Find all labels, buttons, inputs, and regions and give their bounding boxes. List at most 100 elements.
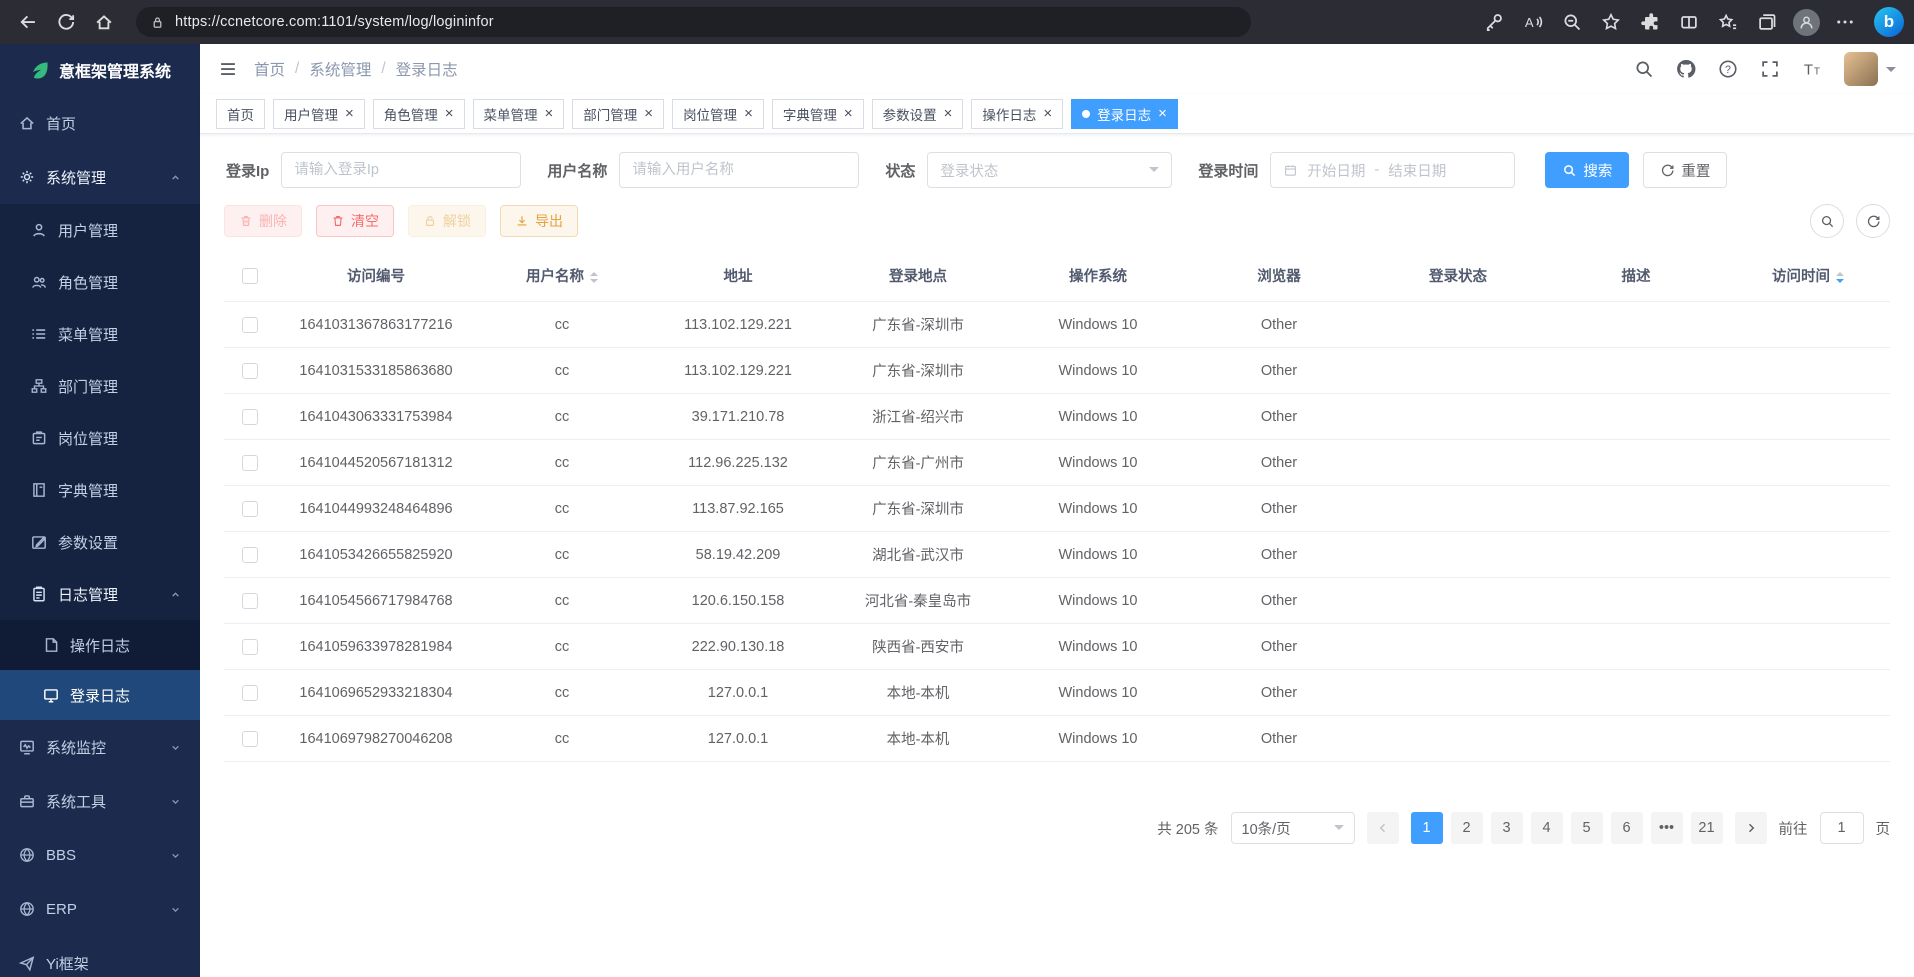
- close-icon[interactable]: ×: [545, 106, 554, 121]
- bing-chat-icon[interactable]: b: [1874, 7, 1904, 37]
- key-icon[interactable]: [1476, 4, 1512, 40]
- tab[interactable]: 部门管理 ×: [572, 99, 664, 129]
- search-icon[interactable]: [1634, 59, 1654, 79]
- github-icon[interactable]: [1676, 59, 1696, 79]
- sidebar-item-roles[interactable]: 角色管理: [0, 256, 200, 308]
- select-all-checkbox[interactable]: [242, 268, 258, 284]
- browser-home-button[interactable]: [86, 4, 122, 40]
- status-select[interactable]: 登录状态: [927, 152, 1172, 188]
- close-icon[interactable]: ×: [345, 106, 354, 121]
- next-page-button[interactable]: [1735, 812, 1767, 844]
- export-button[interactable]: 导出: [500, 205, 578, 237]
- row-checkbox[interactable]: [242, 409, 258, 425]
- sidebar-item-operation-log[interactable]: 操作日志: [0, 620, 200, 670]
- close-icon[interactable]: ×: [744, 106, 753, 121]
- table-row[interactable]: 1641069652933218304 cc 127.0.0.1 本地-本机 W…: [224, 670, 1890, 716]
- sidebar-item-posts[interactable]: 岗位管理: [0, 412, 200, 464]
- tab[interactable]: 角色管理 ×: [373, 99, 465, 129]
- page-number-button[interactable]: 2: [1451, 812, 1483, 844]
- clear-button[interactable]: 清空: [316, 205, 394, 237]
- page-size-select[interactable]: 10条/页: [1231, 812, 1355, 844]
- read-aloud-icon[interactable]: A: [1515, 4, 1551, 40]
- tab[interactable]: 操作日志 ×: [971, 99, 1063, 129]
- row-checkbox[interactable]: [242, 731, 258, 747]
- sidebar-item-departments[interactable]: 部门管理: [0, 360, 200, 412]
- table-row[interactable]: 1641054566717984768 cc 120.6.150.158 河北省…: [224, 578, 1890, 624]
- tab[interactable]: 岗位管理 ×: [672, 99, 764, 129]
- refresh-table-button[interactable]: [1856, 204, 1890, 238]
- sidebar-item-monitoring[interactable]: 系统监控: [0, 720, 200, 774]
- row-checkbox[interactable]: [242, 639, 258, 655]
- table-row[interactable]: 1641031367863177216 cc 113.102.129.221 广…: [224, 302, 1890, 348]
- column-visit-time[interactable]: 访问时间: [1726, 250, 1890, 302]
- table-row[interactable]: 1641069798270046208 cc 127.0.0.1 本地-本机 W…: [224, 716, 1890, 762]
- close-icon[interactable]: ×: [844, 106, 853, 121]
- fullscreen-icon[interactable]: [1760, 59, 1780, 79]
- zoom-out-icon[interactable]: [1554, 4, 1590, 40]
- sort-icon[interactable]: [1836, 272, 1844, 283]
- toggle-search-button[interactable]: [1810, 204, 1844, 238]
- table-row[interactable]: 1641044520567181312 cc 112.96.225.132 广东…: [224, 440, 1890, 486]
- sidebar-item-yi-framework[interactable]: Yi框架: [0, 936, 200, 977]
- close-icon[interactable]: ×: [1043, 106, 1052, 121]
- delete-button[interactable]: 删除: [224, 205, 302, 237]
- row-checkbox[interactable]: [242, 501, 258, 517]
- breadcrumb-home[interactable]: 首页: [254, 58, 285, 80]
- page-number-button[interactable]: 3: [1491, 812, 1523, 844]
- prev-page-button[interactable]: [1367, 812, 1399, 844]
- browser-back-button[interactable]: [10, 4, 46, 40]
- page-number-button[interactable]: 21: [1691, 812, 1723, 844]
- row-checkbox[interactable]: [242, 317, 258, 333]
- font-size-icon[interactable]: TT: [1802, 59, 1822, 79]
- username-input[interactable]: [619, 152, 859, 188]
- sidebar-item-tools[interactable]: 系统工具: [0, 774, 200, 828]
- row-checkbox[interactable]: [242, 455, 258, 471]
- row-checkbox[interactable]: [242, 547, 258, 563]
- row-checkbox[interactable]: [242, 685, 258, 701]
- sidebar-item-log-management[interactable]: 日志管理: [0, 568, 200, 620]
- sidebar-item-system[interactable]: 系统管理: [0, 150, 200, 204]
- sidebar-toggle-icon[interactable]: [218, 59, 238, 79]
- sidebar-item-users[interactable]: 用户管理: [0, 204, 200, 256]
- help-icon[interactable]: ?: [1718, 59, 1738, 79]
- browser-menu-icon[interactable]: [1827, 4, 1863, 40]
- page-number-button[interactable]: 6: [1611, 812, 1643, 844]
- split-screen-icon[interactable]: [1671, 4, 1707, 40]
- table-row[interactable]: 1641059633978281984 cc 222.90.130.18 陕西省…: [224, 624, 1890, 670]
- sidebar-item-home[interactable]: 首页: [0, 96, 200, 150]
- sidebar-item-bbs[interactable]: BBS: [0, 828, 200, 882]
- tab[interactable]: 菜单管理 ×: [473, 99, 565, 129]
- sidebar-item-menus[interactable]: 菜单管理: [0, 308, 200, 360]
- table-row[interactable]: 1641043063331753984 cc 39.171.210.78 浙江省…: [224, 394, 1890, 440]
- collections-icon[interactable]: [1749, 4, 1785, 40]
- page-number-button[interactable]: •••: [1651, 812, 1683, 844]
- page-number-button[interactable]: 5: [1571, 812, 1603, 844]
- browser-profile-icon[interactable]: [1788, 4, 1824, 40]
- close-icon[interactable]: ×: [445, 106, 454, 121]
- tab[interactable]: 首页 ×: [216, 99, 265, 129]
- table-row[interactable]: 1641031533185863680 cc 113.102.129.221 广…: [224, 348, 1890, 394]
- address-bar[interactable]: https://ccnetcore.com:1101/system/log/lo…: [136, 7, 1251, 37]
- browser-refresh-button[interactable]: [48, 4, 84, 40]
- date-range-picker[interactable]: 开始日期 - 结束日期: [1270, 152, 1515, 188]
- favorites-icon[interactable]: [1710, 4, 1746, 40]
- close-icon[interactable]: ×: [644, 106, 653, 121]
- page-number-button[interactable]: 4: [1531, 812, 1563, 844]
- close-icon[interactable]: ×: [944, 106, 953, 121]
- sidebar-item-dictionary[interactable]: 字典管理: [0, 464, 200, 516]
- page-number-button[interactable]: 1: [1411, 812, 1443, 844]
- unlock-button[interactable]: 解锁: [408, 205, 486, 237]
- row-checkbox[interactable]: [242, 363, 258, 379]
- row-checkbox[interactable]: [242, 593, 258, 609]
- search-button[interactable]: 搜索: [1545, 152, 1629, 188]
- tab[interactable]: 用户管理 ×: [273, 99, 365, 129]
- sidebar-item-login-log[interactable]: 登录日志: [0, 670, 200, 720]
- sort-icon[interactable]: [590, 272, 598, 283]
- close-icon[interactable]: ×: [1158, 106, 1167, 121]
- column-username[interactable]: 用户名称: [476, 250, 648, 302]
- sidebar-item-erp[interactable]: ERP: [0, 882, 200, 936]
- table-row[interactable]: 1641044993248464896 cc 113.87.92.165 广东省…: [224, 486, 1890, 532]
- table-row[interactable]: 1641053426655825920 cc 58.19.42.209 湖北省-…: [224, 532, 1890, 578]
- extensions-icon[interactable]: [1632, 4, 1668, 40]
- favorites-add-icon[interactable]: [1593, 4, 1629, 40]
